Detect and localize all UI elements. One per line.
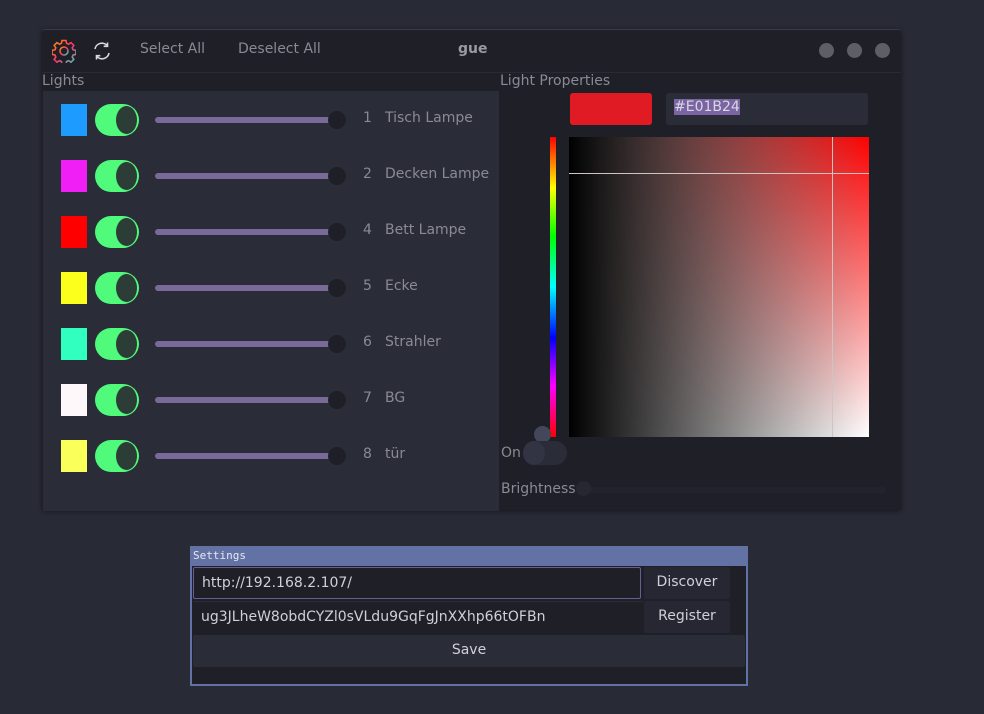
main-window: Select All Deselect All gue Lights Light… [42,29,901,511]
toolbar-divider [42,72,901,73]
light-color-swatch[interactable] [61,216,87,248]
toolbar: Select All Deselect All gue [42,30,901,72]
api-token-input[interactable]: ug3JLheW8obdCYZl0sVLdu9GqFgJnXXhp66tOFBn [193,601,643,633]
light-name: Decken Lampe [385,166,490,182]
light-row[interactable]: 5 Ecke [43,268,499,308]
light-color-swatch[interactable] [61,272,87,304]
picker-crosshair-horizontal [569,173,869,174]
brightness-slider[interactable] [155,229,337,235]
light-row[interactable]: 8 tür [43,436,499,476]
brightness-slider-thumb[interactable] [328,167,346,185]
on-label: On [501,445,521,461]
select-all-button[interactable]: Select All [140,41,205,57]
light-row[interactable]: 4 Bett Lampe [43,212,499,252]
light-id: 7 [363,390,372,406]
light-row[interactable]: 7 BG [43,380,499,420]
light-color-swatch[interactable] [61,104,87,136]
light-toggle[interactable] [95,272,139,304]
settings-dialog: Settings http://192.168.2.107/ Discover … [190,546,748,686]
light-toggle[interactable] [95,104,139,136]
picker-crosshair-vertical [832,137,833,437]
light-name: Bett Lampe [385,222,467,238]
light-row[interactable]: 1 Tisch Lampe [43,100,499,140]
brightness-slider-thumb[interactable] [328,335,346,353]
light-color-swatch[interactable] [61,384,87,416]
light-name: Ecke [385,278,418,294]
refresh-icon[interactable] [90,39,114,63]
light-toggle[interactable] [95,160,139,192]
close-button[interactable] [875,43,890,58]
brightness-label: Brightness [501,481,576,497]
brightness-slider-thumb[interactable] [328,223,346,241]
brightness-slider[interactable] [155,117,337,123]
maximize-button[interactable] [847,43,862,58]
light-id: 5 [363,278,372,294]
light-id: 2 [363,166,372,182]
light-toggle[interactable] [95,216,139,248]
lights-label: Lights [42,73,85,89]
light-row[interactable]: 2 Decken Lampe [43,156,499,196]
brightness-slider[interactable] [155,173,337,179]
light-color-swatch[interactable] [61,160,87,192]
discover-button[interactable]: Discover [644,567,730,599]
light-row[interactable]: 6 Strahler [43,324,499,364]
light-name: tür [385,446,406,462]
brightness-slider-thumb[interactable] [328,111,346,129]
register-button[interactable]: Register [644,601,730,633]
light-toggle[interactable] [95,384,139,416]
brightness-slider[interactable] [155,285,337,291]
hex-color-value: #E01B24 [674,99,740,115]
light-color-swatch[interactable] [61,440,87,472]
light-id: 8 [363,446,372,462]
light-color-swatch[interactable] [61,328,87,360]
light-id: 6 [363,334,372,350]
brightness-slider[interactable] [155,453,337,459]
brightness-slider[interactable] [155,341,337,347]
app-title: gue [458,41,488,57]
light-name: BG [385,390,406,406]
color-preview[interactable] [570,93,652,125]
hue-slider[interactable] [550,137,556,437]
brightness-slider-thumb[interactable] [328,447,346,465]
brightness-slider-thumb[interactable] [328,279,346,297]
light-toggle[interactable] [95,440,139,472]
bridge-url-input[interactable]: http://192.168.2.107/ [193,567,641,599]
light-name: Strahler [385,334,441,350]
light-toggle[interactable] [95,328,139,360]
brightness-slider[interactable] [582,487,886,493]
gear-icon[interactable] [51,39,77,66]
brightness-slider-thumb[interactable] [328,391,346,409]
hex-color-input[interactable]: #E01B24 [666,93,868,125]
on-toggle[interactable] [523,441,567,465]
light-name: Tisch Lampe [385,110,473,126]
light-properties-label: Light Properties [500,73,611,89]
light-id: 1 [363,110,372,126]
deselect-all-button[interactable]: Deselect All [238,41,321,57]
lights-list: 1 Tisch Lampe 2 Decken Lampe 4 Bett Lamp… [43,91,499,511]
saturation-value-picker[interactable] [569,137,869,437]
settings-title: Settings [192,548,746,566]
brightness-slider[interactable] [155,397,337,403]
brightness-slider-thumb[interactable] [576,481,591,496]
save-button[interactable]: Save [193,635,745,667]
light-id: 4 [363,222,372,238]
minimize-button[interactable] [819,43,834,58]
